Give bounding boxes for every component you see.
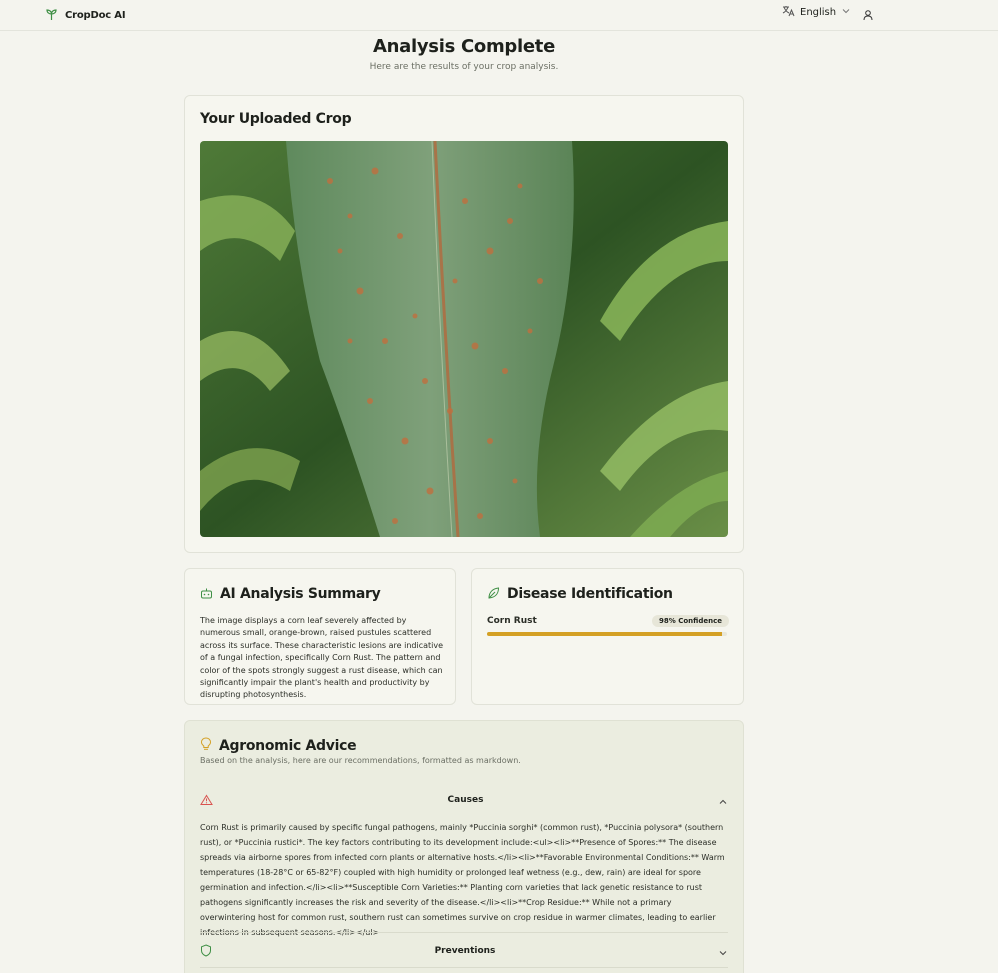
analysis-summary-card: AI Analysis Summary The image displays a… [184,568,456,705]
chevron-up-icon [718,791,728,810]
bot-icon [200,584,213,603]
advice-header: Agronomic Advice [200,736,357,755]
language-selector[interactable]: English [782,5,851,20]
brand-logo-link[interactable]: CropDoc AI [46,6,126,25]
chevron-down-icon [841,7,851,18]
leaf-icon [487,584,500,603]
chevron-down-icon [718,942,728,961]
brand-name: CropDoc AI [65,10,126,21]
agronomic-advice-card: Agronomic Advice Based on the analysis, … [184,720,744,973]
causes-accordion-header[interactable]: Causes [200,790,728,810]
advice-title: Agronomic Advice [219,737,357,754]
user-menu-button[interactable] [862,6,874,25]
confidence-badge: 98% Confidence [652,615,729,627]
uploaded-crop-image [200,141,728,537]
disease-title: Disease Identification [507,585,673,602]
preventions-label: Preventions [434,946,496,956]
disease-name: Corn Rust [487,616,537,626]
disease-result-row: Corn Rust 98% Confidence [487,615,729,627]
top-navigation-bar: CropDoc AI English [0,0,998,31]
confidence-bar [487,632,727,636]
sprout-icon [46,6,57,25]
summary-header: AI Analysis Summary [200,584,381,603]
causes-label: Causes [447,795,484,805]
uploaded-crop-card: Your Uploaded Crop [184,95,744,553]
uploaded-crop-title: Your Uploaded Crop [200,111,352,127]
confidence-bar-fill [487,632,723,636]
accordion-divider [200,932,728,933]
shield-icon [200,942,212,961]
language-label: English [800,7,837,18]
summary-text: The image displays a corn leaf severely … [200,616,444,700]
causes-content: Corn Rust is primarily caused by specifi… [200,823,725,937]
translate-icon [782,5,795,20]
disease-identification-card: Disease Identification Corn Rust 98% Con… [471,568,744,705]
accordion-divider [200,967,728,968]
page-subtitle: Here are the results of your crop analys… [369,62,559,72]
disease-header: Disease Identification [487,584,673,603]
lightbulb-icon [200,736,212,755]
page-title: Analysis Complete [373,36,555,57]
advice-subtitle: Based on the analysis, here are our reco… [200,756,521,765]
preventions-accordion-header[interactable]: Preventions [200,941,728,961]
user-icon [862,6,874,25]
alert-triangle-icon [200,791,213,810]
summary-title: AI Analysis Summary [220,585,381,602]
